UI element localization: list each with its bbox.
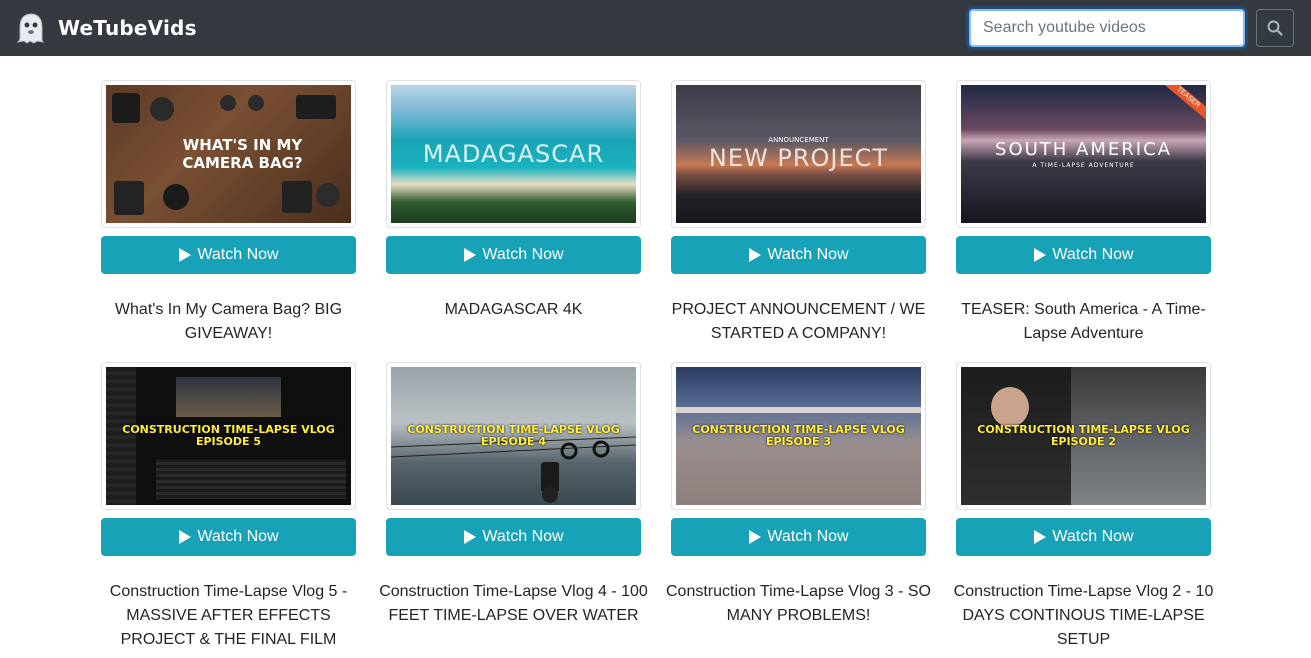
video-title: Construction Time-Lapse Vlog 3 - SO MANY… [665,583,931,624]
face-shape [991,387,1029,427]
navbar: WeTubeVids [0,0,1311,56]
watch-now-button[interactable]: Watch Now [386,236,641,274]
video-title: Construction Time-Lapse Vlog 5 - MASSIVE… [109,583,348,648]
play-icon [464,248,477,262]
thumbnail-subtext: A TIME-LAPSE ADVENTURE [1032,162,1135,169]
watch-now-button[interactable]: Watch Now [101,518,356,556]
thumbnail-image: ANNOUNCEMENT NEW PROJECT [676,85,921,223]
video-thumbnail[interactable]: ANNOUNCEMENT NEW PROJECT [671,80,926,228]
video-thumbnail[interactable]: TEASER SOUTH AMERICA A TIME-LAPSE ADVENT… [956,80,1211,228]
thumbnail-subtext: ANNOUNCEMENT [768,136,829,144]
thumbnail-text: WHAT'S IN MY [182,136,303,154]
video-title: TEASER: South America - A Time-Lapse Adv… [961,301,1206,342]
video-thumbnail[interactable]: WHAT'S IN MY CAMERA BAG? [101,80,356,228]
layer-panel [106,367,136,505]
play-icon [749,248,762,262]
watch-now-label: Watch Now [767,246,849,263]
thumbnail-image: TEASER SOUTH AMERICA A TIME-LAPSE ADVENT… [961,85,1206,223]
play-icon [179,530,192,544]
thumbnail-text: EPISODE 3 [765,435,832,448]
thumbnail-image: CONSTRUCTION TIME-LAPSE VLOG EPISODE 4 [391,367,636,505]
video-title: Construction Time-Lapse Vlog 2 - 10 DAYS… [953,583,1214,648]
watch-now-button[interactable]: Watch Now [101,236,356,274]
rooftop-edge [676,407,921,413]
search-input[interactable] [969,9,1245,47]
play-icon [464,530,477,544]
watch-now-label: Watch Now [1052,528,1134,545]
thumbnail-text: EPISODE 5 [195,435,262,448]
watch-now-label: Watch Now [482,528,564,545]
watch-now-label: Watch Now [767,528,849,545]
video-thumbnail[interactable]: CONSTRUCTION TIME-LAPSE VLOG EPISODE 4 [386,362,641,510]
teaser-ribbon: TEASER [1154,85,1206,128]
video-title: Construction Time-Lapse Vlog 4 - 100 FEE… [379,583,648,624]
thumbnail-image: MADAGASCAR [391,85,636,223]
watch-now-label: Watch Now [197,246,279,263]
watch-now-button[interactable]: Watch Now [386,518,641,556]
thumbnail-image: CONSTRUCTION TIME-LAPSE VLOG EPISODE 2 [961,367,1206,505]
watch-now-button[interactable]: Watch Now [671,236,926,274]
play-icon [749,530,762,544]
thumbnail-text: EPISODE 2 [1050,435,1117,448]
video-thumbnail[interactable]: CONSTRUCTION TIME-LAPSE VLOG EPISODE 2 [956,362,1211,510]
video-thumbnail[interactable]: CONSTRUCTION TIME-LAPSE VLOG EPISODE 5 [101,362,356,510]
watch-now-button[interactable]: Watch Now [956,518,1211,556]
brand-name: WeTubeVids [58,16,197,40]
thumbnail-text: CAMERA BAG? [182,154,303,172]
watch-now-button[interactable]: Watch Now [956,236,1211,274]
thumbnail-image: WHAT'S IN MY CAMERA BAG? [106,85,351,223]
watch-now-button[interactable]: Watch Now [671,518,926,556]
thumbnail-image: CONSTRUCTION TIME-LAPSE VLOG EPISODE 3 [676,367,921,505]
play-icon [1034,530,1047,544]
preview-panel [176,377,281,417]
thumbnail-text: NEW PROJECT [708,144,889,172]
search-button[interactable] [1256,9,1294,47]
thumbnail-text: SOUTH AMERICA [995,139,1172,160]
ghost-logo-icon [16,13,45,44]
watch-now-label: Watch Now [482,246,564,263]
thumbnail-text: MADAGASCAR [422,140,605,168]
thumbnail-text: EPISODE 4 [480,435,547,448]
play-icon [179,248,192,262]
watch-now-label: Watch Now [1052,246,1134,263]
video-title: What's In My Camera Bag? BIG GIVEAWAY! [114,301,343,342]
play-icon [1034,248,1047,262]
thumbnail-image: CONSTRUCTION TIME-LAPSE VLOG EPISODE 5 [106,367,351,505]
search-icon [1267,20,1283,36]
brand-link[interactable]: WeTubeVids [16,12,197,44]
video-thumbnail[interactable]: MADAGASCAR [386,80,641,228]
video-title: MADAGASCAR 4K [444,301,583,318]
timeline-panel [156,459,346,499]
watch-now-label: Watch Now [197,528,279,545]
video-title: PROJECT ANNOUNCEMENT / WE STARTED A COMP… [671,301,926,342]
video-thumbnail[interactable]: CONSTRUCTION TIME-LAPSE VLOG EPISODE 3 [671,362,926,510]
